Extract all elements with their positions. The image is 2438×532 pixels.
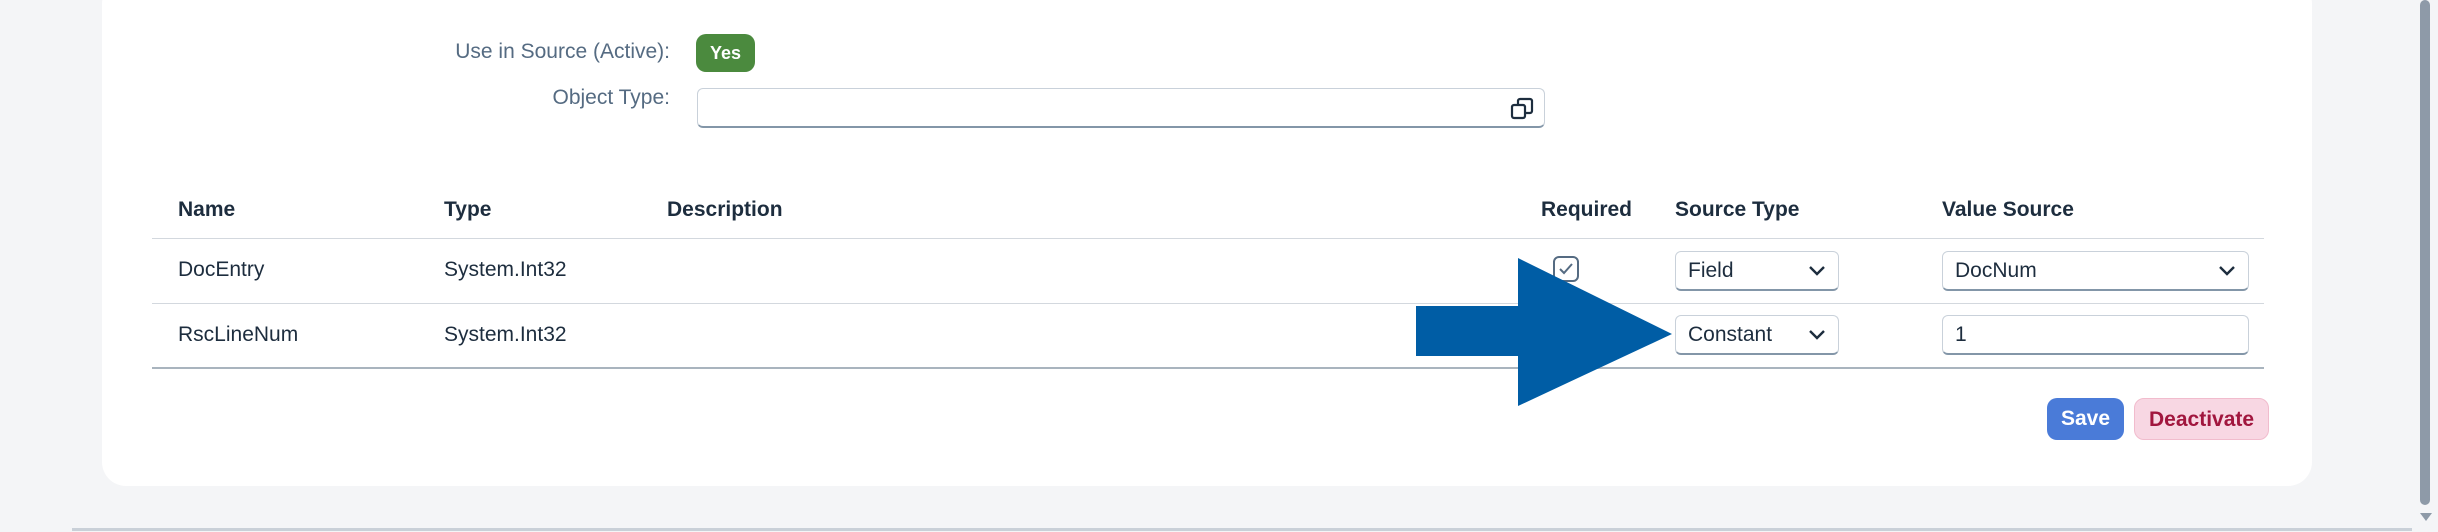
column-header-value-source[interactable]: Value Source: [1942, 198, 2074, 222]
save-button[interactable]: Save: [2047, 398, 2125, 440]
source-type-value: Constant: [1688, 323, 1773, 346]
chevron-down-icon[interactable]: [2218, 263, 2236, 279]
value-source-value: DocNum: [1955, 259, 2037, 282]
column-header-type[interactable]: Type: [444, 198, 491, 222]
row-name-cell: DocEntry: [178, 258, 265, 281]
vertical-scrollbar[interactable]: [2420, 0, 2430, 505]
value-help-icon[interactable]: [1510, 97, 1534, 121]
use-in-source-badge[interactable]: Yes: [696, 34, 756, 72]
object-type-input[interactable]: [697, 88, 1545, 128]
value-source-select[interactable]: DocNum: [1942, 251, 2249, 291]
source-type-select[interactable]: Field: [1675, 251, 1839, 291]
row-divider: [152, 303, 2264, 304]
column-header-source-type[interactable]: Source Type: [1675, 198, 1799, 222]
source-type-select[interactable]: Constant: [1675, 315, 1839, 355]
column-header-description[interactable]: Description: [667, 198, 783, 222]
row-type-cell: System.Int32: [444, 258, 567, 281]
table-bottom-border: [152, 367, 2264, 369]
use-in-source-label: Use in Source (Active):: [455, 40, 670, 63]
source-type-value: Field: [1688, 259, 1734, 282]
page-bottom-border: [72, 528, 2412, 531]
arrow-right-icon: [1416, 258, 1672, 406]
scroll-down-icon[interactable]: [2419, 510, 2433, 524]
object-type-label: Object Type:: [552, 86, 670, 109]
value-source-input[interactable]: 1: [1942, 315, 2249, 355]
column-header-required[interactable]: Required: [1541, 198, 1632, 222]
deactivate-button[interactable]: Deactivate: [2134, 398, 2270, 440]
chevron-down-icon[interactable]: [1808, 263, 1826, 279]
row-type-cell: System.Int32: [444, 323, 567, 346]
row-name-cell: RscLineNum: [178, 323, 299, 346]
chevron-down-icon[interactable]: [1808, 327, 1826, 343]
value-source-value: 1: [1955, 323, 1967, 346]
column-header-name[interactable]: Name: [178, 198, 235, 222]
header-divider: [152, 238, 2264, 239]
settings-card: [102, 0, 2312, 486]
